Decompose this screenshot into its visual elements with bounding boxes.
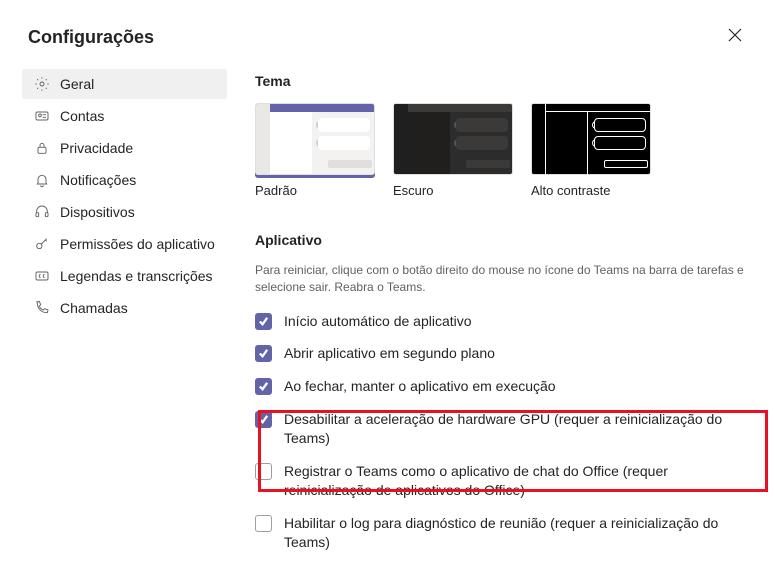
checkbox-label: Registrar o Teams como o aplicativo de c…	[284, 462, 755, 500]
checkbox-open-background[interactable]	[255, 345, 272, 362]
theme-heading: Tema	[255, 73, 774, 89]
settings-content: Tema Padrão	[227, 69, 774, 566]
application-hint: Para reiniciar, clique com o botão direi…	[255, 262, 745, 296]
theme-label: Escuro	[393, 183, 513, 198]
phone-icon	[34, 300, 50, 316]
checkbox-label: Início automático de aplicativo	[284, 312, 472, 331]
header: Configurações	[0, 0, 774, 69]
option-register-office-chat: Registrar o Teams como o aplicativo de c…	[255, 462, 755, 500]
sidebar-item-accounts[interactable]: Contas	[22, 101, 227, 131]
checkbox-auto-start[interactable]	[255, 313, 272, 330]
application-heading: Aplicativo	[255, 232, 774, 248]
option-auto-start: Início automático de aplicativo	[255, 312, 755, 331]
theme-option-dark[interactable]: Escuro	[393, 103, 513, 198]
sidebar-item-calls[interactable]: Chamadas	[22, 293, 227, 323]
option-keep-running: Ao fechar, manter o aplicativo em execuç…	[255, 377, 755, 396]
theme-label: Alto contraste	[531, 183, 651, 198]
checkbox-label: Desabilitar a aceleração de hardware GPU…	[284, 410, 755, 448]
id-card-icon	[34, 108, 50, 124]
option-open-background: Abrir aplicativo em segundo plano	[255, 344, 755, 363]
checkbox-label: Ao fechar, manter o aplicativo em execuç…	[284, 377, 556, 396]
check-icon	[258, 414, 269, 425]
gear-icon	[34, 76, 50, 92]
sidebar-item-notifications[interactable]: Notificações	[22, 165, 227, 195]
sidebar-item-captions[interactable]: Legendas e transcrições	[22, 261, 227, 291]
checkbox-keep-running[interactable]	[255, 378, 272, 395]
theme-preview-dark	[393, 103, 513, 175]
sidebar-item-label: Privacidade	[60, 140, 133, 156]
sidebar-item-general[interactable]: Geral	[22, 69, 227, 99]
checkbox-label: Abrir aplicativo em segundo plano	[284, 344, 495, 363]
sidebar-item-label: Dispositivos	[60, 204, 135, 220]
check-icon	[258, 381, 269, 392]
settings-sidebar: Geral Contas Privacidade Notificações Di…	[22, 69, 227, 566]
close-icon	[728, 28, 742, 42]
bell-icon	[34, 172, 50, 188]
checkbox-disable-gpu[interactable]	[255, 411, 272, 428]
close-button[interactable]	[724, 24, 746, 51]
theme-option-high-contrast[interactable]: Alto contraste	[531, 103, 651, 198]
check-icon	[258, 316, 269, 327]
page-title: Configurações	[28, 27, 154, 48]
sidebar-item-label: Permissões do aplicativo	[60, 236, 215, 252]
sidebar-item-label: Notificações	[60, 172, 136, 188]
check-icon	[258, 348, 269, 359]
option-disable-gpu: Desabilitar a aceleração de hardware GPU…	[255, 410, 755, 448]
checkbox-enable-meeting-log[interactable]	[255, 515, 272, 532]
checkbox-label: Habilitar o log para diagnóstico de reun…	[284, 514, 755, 552]
checkbox-register-office-chat[interactable]	[255, 463, 272, 480]
sidebar-item-label: Geral	[60, 76, 94, 92]
sidebar-item-label: Legendas e transcrições	[60, 268, 213, 284]
captions-icon	[34, 268, 50, 284]
headset-icon	[34, 204, 50, 220]
theme-section: Tema Padrão	[255, 73, 774, 198]
theme-option-default[interactable]: Padrão	[255, 103, 375, 198]
sidebar-item-app-permissions[interactable]: Permissões do aplicativo	[22, 229, 227, 259]
theme-preview-high-contrast	[531, 103, 651, 175]
key-icon	[34, 236, 50, 252]
application-section: Aplicativo Para reiniciar, clique com o …	[255, 232, 774, 552]
lock-icon	[34, 140, 50, 156]
theme-label: Padrão	[255, 183, 375, 198]
sidebar-item-label: Contas	[60, 108, 104, 124]
option-enable-meeting-log: Habilitar o log para diagnóstico de reun…	[255, 514, 755, 552]
sidebar-item-devices[interactable]: Dispositivos	[22, 197, 227, 227]
sidebar-item-privacy[interactable]: Privacidade	[22, 133, 227, 163]
sidebar-item-label: Chamadas	[60, 300, 128, 316]
theme-preview-default	[255, 103, 375, 175]
